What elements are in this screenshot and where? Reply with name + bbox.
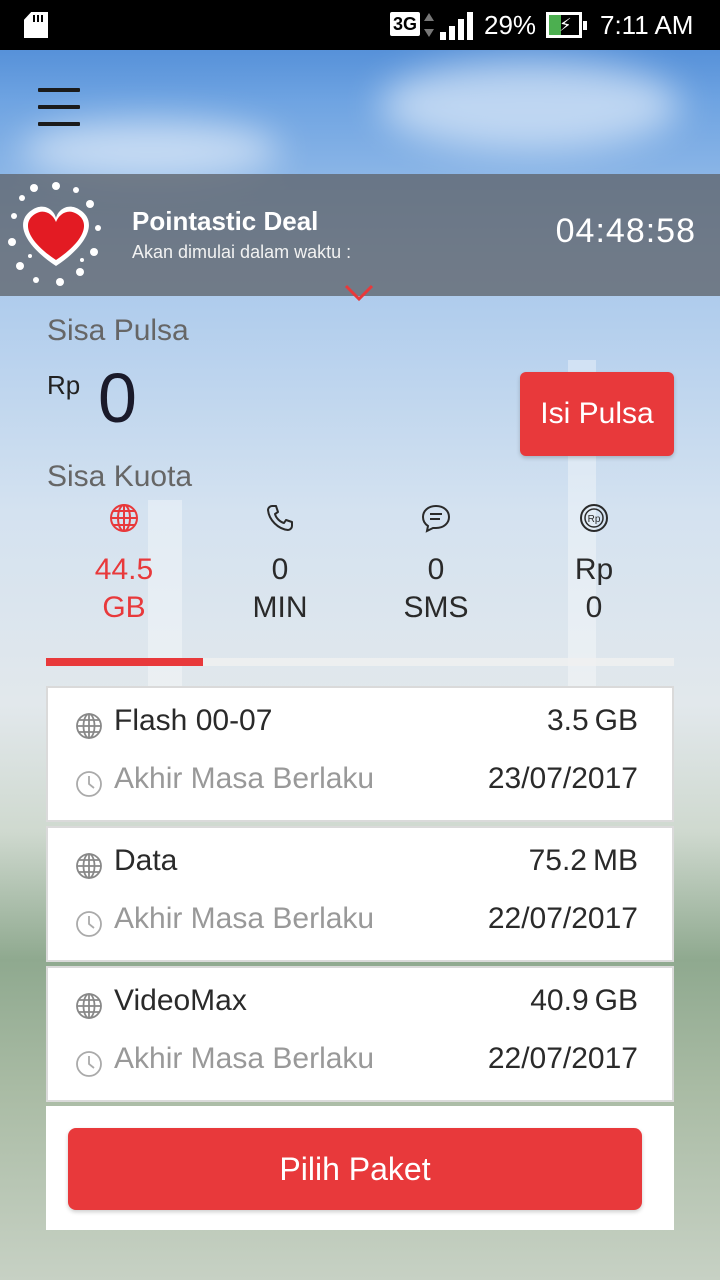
package-card[interactable]: Flash 00-07 3.5 GB Akhir Masa Berlaku 23…	[46, 686, 674, 822]
hamburger-menu-icon[interactable]	[38, 88, 82, 128]
package-amount: 75.2 MB	[528, 844, 638, 877]
quota-unit: MIN	[252, 591, 308, 624]
svg-text:Rp: Rp	[588, 514, 601, 525]
globe-icon	[76, 853, 102, 879]
signal-strength-icon	[440, 12, 476, 40]
package-amount: 3.5 GB	[546, 704, 638, 737]
choose-package-panel: Pilih Paket	[46, 1106, 674, 1230]
status-bar: 3G 29% ⚡ 7:11 AM	[0, 0, 720, 50]
balance-label: Sisa Pulsa	[47, 314, 189, 347]
heart-logo-icon	[8, 182, 101, 286]
deal-countdown: 04:48:58	[555, 212, 696, 250]
globe-icon	[76, 713, 102, 739]
quota-unit: GB	[102, 591, 146, 624]
phone-icon	[267, 505, 293, 531]
package-card[interactable]: VideoMax 40.9 GB Akhir Masa Berlaku 22/0…	[46, 966, 674, 1102]
expiry-date: 23/07/2017	[487, 762, 638, 795]
cloud-decoration	[380, 60, 680, 150]
clock-icon	[76, 771, 102, 797]
quota-tab-credit[interactable]: Rp Rp 0	[516, 502, 672, 627]
quota-tab-data[interactable]: 44.5 GB	[46, 502, 202, 627]
network-type-badge: 3G	[390, 12, 421, 36]
cloud-decoration	[20, 120, 280, 180]
clock-icon	[76, 911, 102, 937]
balance-amount: 0	[98, 359, 137, 437]
quota-tab-sms[interactable]: 0 SMS	[358, 502, 514, 627]
quota-value: 44.5	[94, 553, 154, 586]
quota-unit: SMS	[403, 591, 469, 624]
package-name: Flash 00-07	[114, 704, 273, 737]
expiry-label: Akhir Masa Berlaku	[114, 762, 375, 795]
deal-title: Pointastic Deal	[132, 206, 319, 236]
rupiah-icon: Rp	[580, 504, 608, 532]
choose-package-button[interactable]: Pilih Paket	[68, 1128, 642, 1210]
data-activity-icon	[424, 11, 434, 39]
expiry-label: Akhir Masa Berlaku	[114, 902, 375, 935]
clock-icon	[76, 1051, 102, 1077]
globe-icon	[76, 993, 102, 1019]
package-amount: 40.9 GB	[530, 984, 638, 1017]
topup-button[interactable]: Isi Pulsa	[520, 372, 674, 456]
battery-charging-icon: ⚡	[546, 12, 587, 38]
chat-icon	[421, 504, 451, 533]
quota-tab-voice[interactable]: 0 MIN	[202, 502, 358, 627]
expiry-label: Akhir Masa Berlaku	[114, 1042, 375, 1075]
quota-tab-indicator-fill	[46, 658, 203, 666]
quota-unit: 0	[585, 591, 603, 624]
quota-label: Sisa Kuota	[47, 460, 193, 493]
quota-value: 0	[271, 553, 289, 586]
status-time: 7:11 AM	[600, 10, 694, 40]
expiry-date: 22/07/2017	[487, 1042, 638, 1075]
quota-value: 0	[427, 553, 445, 586]
deal-subtitle: Akan dimulai dalam waktu :	[132, 242, 352, 262]
currency-label: Rp	[47, 370, 81, 400]
chevron-down-icon[interactable]	[344, 284, 374, 302]
deal-banner[interactable]: Pointastic Deal Akan dimulai dalam waktu…	[0, 174, 720, 302]
sd-card-icon	[24, 12, 48, 38]
battery-percentage: 29%	[484, 10, 537, 40]
quota-value: Rp	[574, 553, 614, 586]
package-card[interactable]: Data 75.2 MB Akhir Masa Berlaku 22/07/20…	[46, 826, 674, 962]
expiry-date: 22/07/2017	[487, 902, 638, 935]
package-name: Data	[114, 844, 178, 877]
globe-icon	[110, 504, 138, 532]
quota-tab-indicator	[46, 658, 674, 666]
package-name: VideoMax	[114, 984, 247, 1017]
